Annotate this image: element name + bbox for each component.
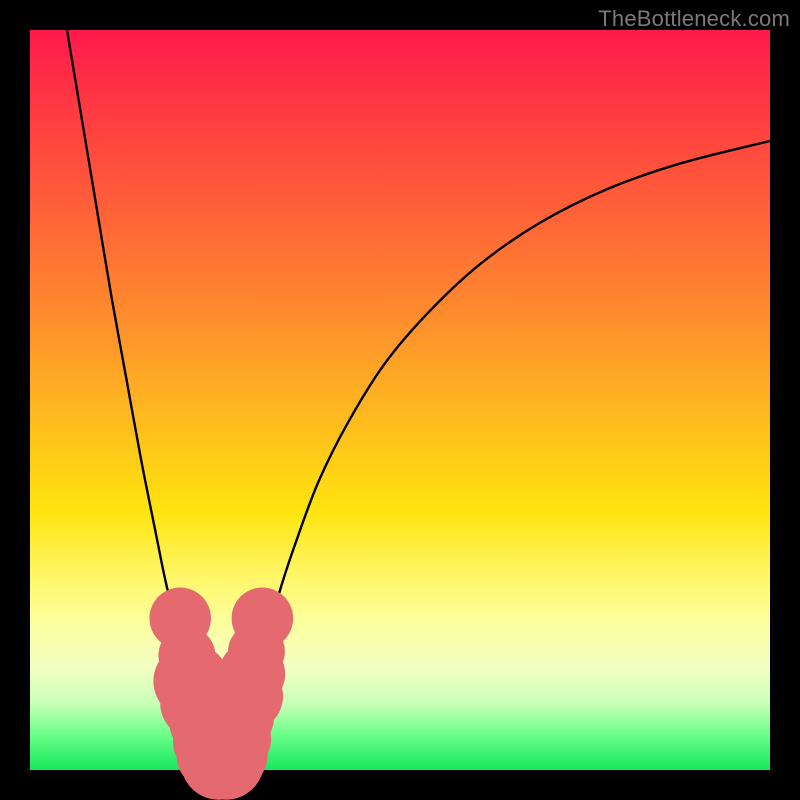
right-curve — [234, 141, 771, 761]
marker-group — [149, 588, 293, 800]
curve-layer — [30, 30, 770, 770]
watermark-text: TheBottleneck.com — [598, 6, 790, 32]
outer-frame: TheBottleneck.com — [0, 0, 800, 800]
plot-area — [30, 30, 770, 770]
marker-dot — [232, 588, 294, 650]
